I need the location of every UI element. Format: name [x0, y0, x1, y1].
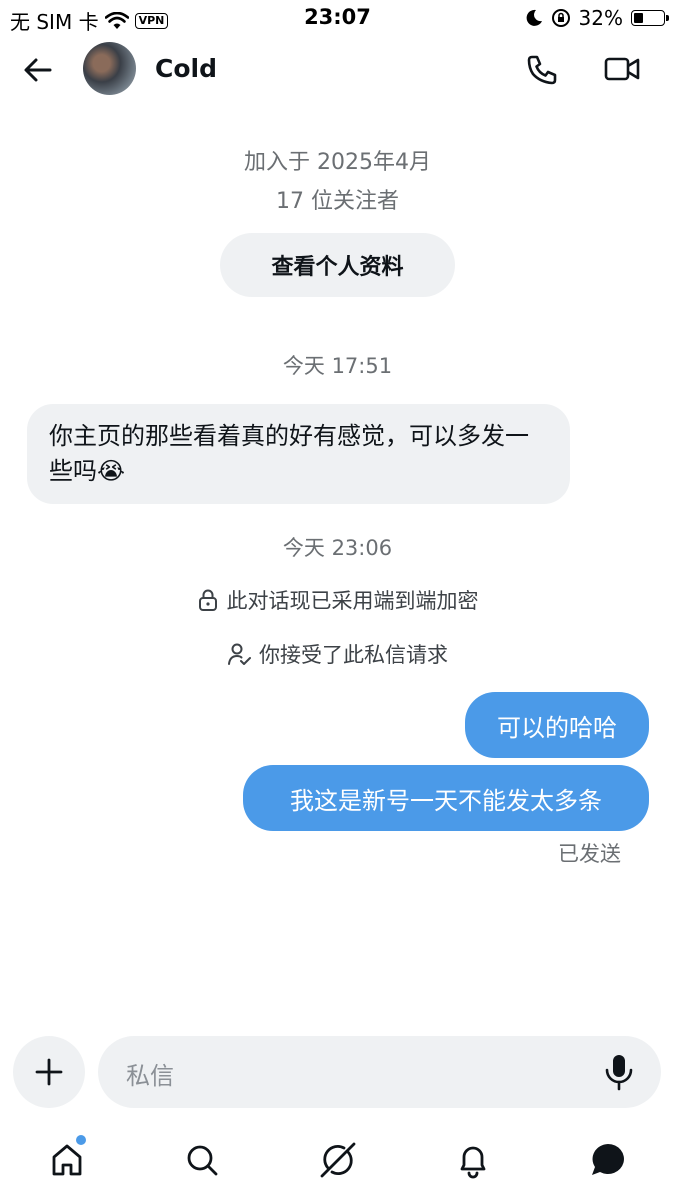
timestamp: 今天 23:06	[282, 536, 393, 560]
message-input[interactable]: 私信	[98, 1036, 661, 1108]
video-camera-icon[interactable]	[603, 52, 641, 86]
home-icon	[52, 1144, 82, 1176]
status-bar: 无 SIM 卡 VPN 23:07 32%	[0, 0, 675, 36]
tab-messages[interactable]	[586, 1138, 630, 1182]
phone-icon[interactable]	[524, 52, 560, 88]
conversation-header: Cold	[0, 40, 675, 100]
request-accepted-text: 你接受了此私信请求	[259, 643, 448, 667]
message-input-placeholder: 私信	[126, 1062, 174, 1090]
microphone-icon[interactable]	[601, 1052, 637, 1092]
add-attachment-button[interactable]	[13, 1036, 85, 1108]
person-check-icon	[228, 643, 251, 665]
outgoing-message[interactable]: 可以的哈哈	[465, 692, 649, 758]
tab-search[interactable]	[180, 1138, 224, 1182]
bottom-tab-bar	[0, 1130, 675, 1190]
encryption-notice-text: 此对话现已采用端到端加密	[226, 589, 479, 613]
notification-dot	[76, 1135, 86, 1145]
view-profile-button[interactable]: 查看个人资料	[220, 233, 455, 297]
messages-icon	[592, 1144, 624, 1175]
incoming-message[interactable]: 你主页的那些看着真的好有感觉，可以多发一些吗😭	[27, 404, 570, 504]
timestamp: 今天 17:51	[282, 354, 393, 378]
battery-icon	[631, 10, 669, 26]
tab-grok[interactable]	[316, 1138, 360, 1182]
outgoing-message[interactable]: 我这是新号一天不能发太多条	[243, 765, 649, 831]
bell-icon	[460, 1146, 486, 1179]
grok-icon	[320, 1142, 356, 1178]
follower-count: 17 位关注者	[276, 189, 399, 214]
orientation-lock-icon	[551, 9, 570, 27]
joined-date: 加入于 2025年4月	[244, 150, 431, 175]
encryption-notice: 此对话现已采用端到端加密	[0, 585, 675, 615]
moon-icon	[526, 9, 542, 26]
avatar[interactable]	[83, 42, 136, 95]
contact-name[interactable]: Cold	[155, 54, 217, 83]
search-icon	[187, 1145, 218, 1176]
plus-icon	[35, 1058, 63, 1086]
sent-status: 已发送	[558, 842, 621, 866]
lock-icon	[198, 589, 217, 611]
request-accepted-notice: 你接受了此私信请求	[0, 639, 675, 669]
battery-percent: 32%	[578, 6, 623, 30]
tab-notifications[interactable]	[451, 1138, 495, 1182]
back-arrow-icon[interactable]	[20, 52, 56, 88]
